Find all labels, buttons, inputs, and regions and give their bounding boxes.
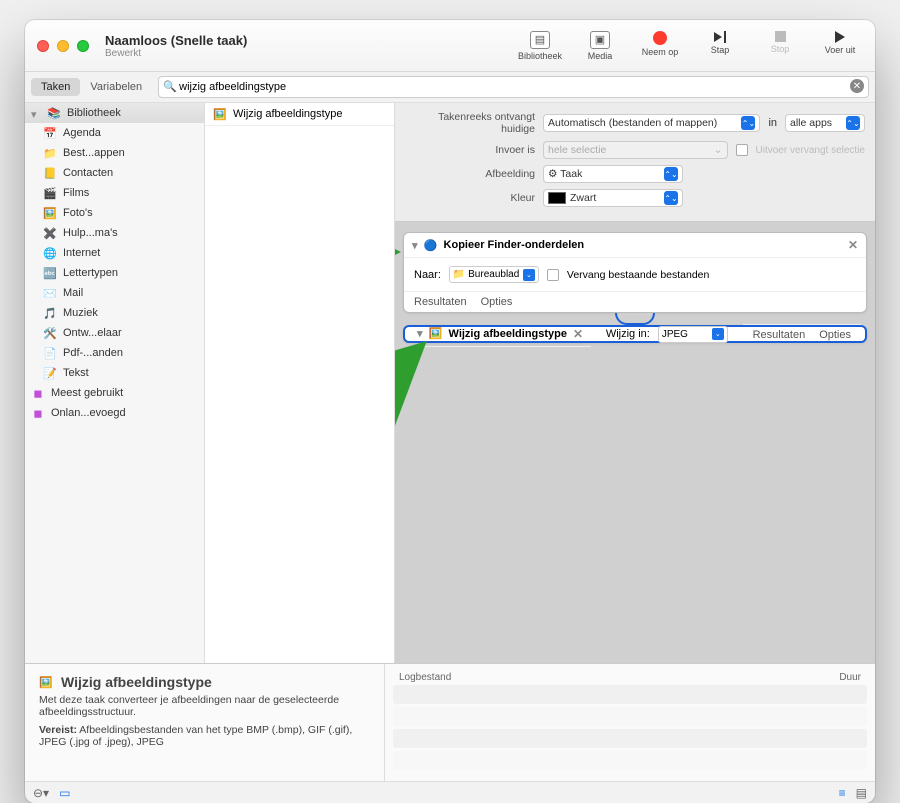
grid-view-button[interactable]: ▤ [856,786,867,800]
lib-ontw[interactable]: 🛠️Ontw...elaar [25,323,204,343]
window-title: Naamloos (Snelle taak) [105,33,517,48]
workflow-body[interactable]: ▾ 🔵 Kopieer Finder-onderdelen ✕ Naar: 📁 … [395,222,875,663]
action-copy-finder-items[interactable]: ▾ 🔵 Kopieer Finder-onderdelen ✕ Naar: 📁 … [403,232,867,313]
workflow-area: Takenreeks ontvangt huidige Automatisch … [395,103,875,663]
library-icon: 📚 [47,106,61,120]
lib-recent-added[interactable]: ◼Onlan...evoegd [25,403,204,423]
log-row [393,751,867,770]
workflow-header: Takenreeks ontvangt huidige Automatisch … [395,103,875,222]
lib-lettertypen[interactable]: 🔤Lettertypen [25,263,204,283]
annotation-arrow-bottom [395,337,435,427]
receives-label: Takenreeks ontvangt huidige [405,111,535,135]
lib-fotos[interactable]: 🖼️Foto's [25,203,204,223]
record-icon [653,31,667,45]
lib-internet[interactable]: 🌐Internet [25,243,204,263]
apps-select[interactable]: alle apps⌃⌄ [785,114,865,132]
titlebar: Naamloos (Snelle taak) Bewerkt ▤Biblioth… [25,20,875,72]
disclosure-icon: ▾ [31,108,41,118]
annotation-arrow-top [395,232,405,272]
preview-icon: 🖼️ [213,107,227,121]
library-button[interactable]: ▤Bibliotheek [517,31,563,61]
info-button[interactable]: ▭ [59,786,70,800]
stop-button[interactable]: Stop [757,31,803,54]
automator-window: Naamloos (Snelle taak) Bewerkt ▤Biblioth… [25,20,875,803]
change-to-label: Wijzig in: [606,328,650,340]
action-results: 🖼️ Wijzig afbeeldingstype [205,103,395,663]
lib-tekst[interactable]: 📝Tekst [25,363,204,383]
lib-agenda[interactable]: 📅Agenda [25,123,204,143]
step-button[interactable]: Stap [697,31,743,55]
tabs-search-row: Taken Variabelen 🔍 ✕ [25,72,875,103]
close-button[interactable] [37,40,49,52]
lib-contacten[interactable]: 📒Contacten [25,163,204,183]
action-title: Kopieer Finder-onderdelen [444,239,585,251]
library-header[interactable]: ▾📚Bibliotheek [25,103,204,123]
tab-tasks[interactable]: Taken [31,78,80,96]
log-col-logbestand: Logbestand [399,672,451,683]
action-title: Wijzig afbeeldingstype [449,328,567,340]
library-list: ▾📚Bibliotheek 📅Agenda 📁Best...appen 📒Con… [25,103,204,663]
toolbar: ▤Bibliotheek ▣Media Neem op Stap Stop Vo… [517,31,863,61]
log-row [393,729,867,748]
play-icon [835,31,845,43]
library-sidebar: ▾📚Bibliotheek 📅Agenda 📁Best...appen 📒Con… [25,103,205,663]
window-controls [37,40,89,52]
log-row [393,707,867,726]
media-button[interactable]: ▣Media [577,31,623,61]
results-link[interactable]: Resultaten [414,296,467,308]
library-icon: ▤ [530,31,550,49]
lib-bestappen[interactable]: 📁Best...appen [25,143,204,163]
log-panel: Logbestand Duur [385,664,875,781]
main-content: ▾📚Bibliotheek 📅Agenda 📁Best...appen 📒Con… [25,103,875,663]
color-label: Kleur [405,192,535,204]
image-select[interactable]: ⚙ Taak⌃⌄ [543,165,683,183]
input-select: hele selectie⌄ [543,141,728,159]
bottom-panel: 🖼️Wijzig afbeeldingstype Met deze taak c… [25,663,875,781]
finder-icon: 🔵 [424,238,438,252]
replace-checkbox [736,144,748,156]
disclosure-icon[interactable]: ▾ [412,239,418,252]
record-button[interactable]: Neem op [637,31,683,57]
minimize-button[interactable] [57,40,69,52]
log-row [393,685,867,704]
annotation-arrow-1 [615,340,765,380]
lib-recent[interactable]: ◼Meest gebruikt [25,383,204,403]
window-subtitle: Bewerkt [105,48,517,59]
lib-pdf[interactable]: 📄Pdf-...anden [25,343,204,363]
gear-menu[interactable]: ⊖▾ [33,786,49,800]
stop-icon [775,31,786,42]
close-action-button[interactable]: ✕ [573,327,583,341]
lib-muziek[interactable]: 🎵Muziek [25,303,204,323]
action-description: 🖼️Wijzig afbeeldingstype Met deze taak c… [25,664,385,781]
lib-films[interactable]: 🎬Films [25,183,204,203]
preview-icon: 🖼️ [39,675,53,689]
options-link[interactable]: Opties [481,296,513,308]
image-label: Afbeelding [405,168,535,180]
media-icon: ▣ [590,31,610,49]
lib-mail[interactable]: ✉️Mail [25,283,204,303]
search-field: 🔍 ✕ [158,76,869,98]
list-view-button[interactable]: ≡ [839,786,846,800]
close-action-button[interactable]: ✕ [848,238,858,252]
clear-search-button[interactable]: ✕ [850,79,864,93]
zoom-button[interactable] [77,40,89,52]
lib-hulp[interactable]: ✖️Hulp...ma's [25,223,204,243]
results-link[interactable]: Resultaten [753,329,806,341]
replace-existing-checkbox[interactable] [547,269,559,281]
search-input[interactable] [158,76,869,98]
to-label: Naar: [414,269,441,281]
color-swatch [548,192,566,204]
status-bar: ⊖▾ ▭ ≡ ▤ [25,781,875,803]
search-icon: 🔍 [163,80,177,93]
destination-select[interactable]: 📁 Bureaublad⌄ [449,266,539,283]
tab-variables[interactable]: Variabelen [80,78,152,96]
step-icon [714,31,726,43]
input-label: Invoer is [405,144,535,156]
log-col-duur: Duur [839,672,861,683]
receives-select[interactable]: Automatisch (bestanden of mappen)⌃⌄ [543,114,760,132]
run-button[interactable]: Voer uit [817,31,863,55]
color-select[interactable]: Zwart⌃⌄ [543,189,683,207]
result-wijzig-afbeeldingstype[interactable]: 🖼️ Wijzig afbeeldingstype [205,103,394,126]
options-link[interactable]: Opties [819,329,851,341]
